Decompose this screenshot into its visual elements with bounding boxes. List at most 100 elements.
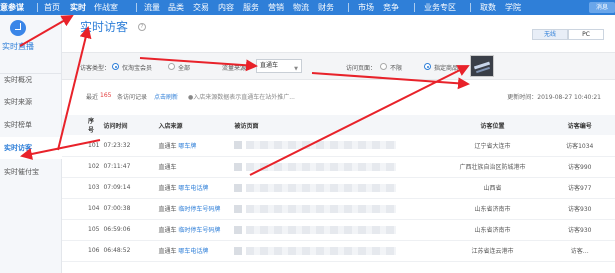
help-icon[interactable]: ?	[138, 23, 146, 31]
row-location: 辽宁省大连市	[474, 142, 511, 150]
nav-item-content[interactable]: 内容	[218, 2, 234, 13]
nav-item-trade[interactable]: 交易	[193, 2, 209, 13]
sidebar-item-sources[interactable]: 实时来源	[0, 91, 62, 113]
row-page[interactable]	[230, 177, 440, 198]
row-location: 山西省	[483, 185, 502, 192]
page-thumbnail	[234, 162, 243, 171]
page-title-redacted	[246, 246, 397, 255]
row-no: 105	[88, 226, 100, 233]
table-row[interactable]: 105 06:59:06 直通车 临时停车号码牌 山东省济南市 访客930	[62, 219, 615, 240]
nav-item-logistics[interactable]: 物流	[293, 2, 309, 13]
main-content: 实时访客 ? 无线 PC 访客类型： 仅淘宝会员 全部 流量来源： 直通车 ▼ …	[62, 15, 615, 273]
table-row[interactable]: 101 07:23:32 直通车 哪车牌 辽宁省大连市 访客1034	[62, 135, 615, 156]
row-source: 直通车 哪车电话牌	[154, 240, 230, 261]
page-thumbnail	[234, 141, 243, 150]
sidebar-item-rankings[interactable]: 实时榜单	[0, 114, 62, 136]
refresh-link[interactable]: 点击刷新	[154, 92, 178, 101]
info-row: 最近 165 条访问记录 点击刷新 ●入店来源数据表示直通车在站外推广... 更…	[62, 89, 615, 105]
sidebar-item-visitors[interactable]: 实时访客	[0, 137, 62, 159]
row-time: 07:11:47	[103, 163, 131, 170]
source-keyword[interactable]: 哪车电话牌	[178, 248, 208, 255]
radio-page-specific[interactable]	[424, 63, 431, 70]
nav-item-marketing[interactable]: 营销	[268, 2, 284, 13]
row-location: 江苏省连云港市	[471, 248, 514, 255]
row-page[interactable]	[230, 219, 440, 240]
source-keyword[interactable]: 哪车牌	[178, 143, 196, 150]
nav-item-market[interactable]: 市场	[358, 2, 374, 13]
row-page[interactable]	[230, 135, 440, 156]
col-visitor: 访客编号	[567, 122, 592, 130]
source-name: 直通车	[158, 142, 177, 150]
sidebar-item-payment-reminder[interactable]: 实时催付宝	[0, 161, 62, 183]
source-keyword[interactable]: 临时停车号码牌	[178, 227, 220, 234]
user-menu-button[interactable]: 消息	[589, 2, 615, 13]
sidebar-item-overview[interactable]: 实时概况	[0, 69, 62, 91]
row-no: 101	[88, 141, 100, 149]
table-row[interactable]: 106 06:48:52 直通车 哪车电话牌 江苏省连云港市 访客…	[62, 240, 615, 261]
page-title-redacted	[246, 162, 397, 171]
table-row[interactable]: 104 07:00:38 直通车 临时停车号码牌 山东省济南市 访客930	[62, 198, 615, 219]
table-row[interactable]: 102 07:11:47 直通车 广西壮族自治区防城港市 访客990	[62, 156, 615, 177]
source-keyword[interactable]: 哪车电话牌	[178, 185, 208, 192]
row-no: 103	[88, 184, 100, 191]
nav-item-service[interactable]: 服务	[243, 2, 259, 13]
nav-item-home[interactable]: 首页	[44, 2, 60, 13]
nav-item-data[interactable]: 取数	[480, 2, 496, 13]
nav-item-war-room[interactable]: 作战室	[94, 2, 118, 13]
source-keyword[interactable]: 临时停车号码牌	[178, 206, 220, 213]
source-name: 直通车	[158, 206, 177, 213]
row-no: 104	[88, 205, 100, 212]
row-page[interactable]	[230, 240, 440, 261]
nav-divider	[414, 3, 415, 12]
traffic-source-value: 直通车	[260, 62, 279, 69]
radio-page-specific-label[interactable]: 指定商品	[434, 63, 458, 72]
nav-item-competition[interactable]: 竞争	[383, 2, 399, 13]
nav-divider	[470, 3, 471, 12]
nav-item-academy[interactable]: 学院	[505, 2, 521, 13]
product-thumbnail[interactable]	[470, 55, 494, 77]
radio-taobao-member-label[interactable]: 仅淘宝会员	[122, 63, 152, 72]
realtime-icon	[10, 20, 26, 36]
nav-item-finance[interactable]: 财务	[318, 2, 334, 13]
info-prefix: 最近	[86, 94, 99, 101]
source-label: 流量来源：	[222, 65, 253, 72]
col-page: 被访页面	[234, 122, 259, 130]
row-page[interactable]	[230, 156, 440, 177]
traffic-source-select[interactable]: 直通车 ▼	[256, 59, 302, 73]
radio-taobao-member[interactable]	[112, 63, 119, 70]
row-time: 07:09:14	[103, 184, 131, 191]
page-title-redacted	[246, 183, 397, 192]
nav-item-category[interactable]: 品类	[168, 2, 184, 13]
col-source: 入店来源	[158, 122, 183, 130]
col-location: 访客位置	[480, 122, 505, 130]
col-time: 访问时间	[103, 122, 128, 130]
pc-toggle-button[interactable]: PC	[568, 29, 604, 40]
source-note: ●入店来源数据表示直通车在站外推广...	[188, 94, 295, 101]
source-name: 直通车	[158, 164, 177, 171]
row-source: 直通车	[154, 156, 230, 177]
nav-divider	[37, 3, 38, 12]
row-source: 直通车 临时停车号码牌	[154, 198, 230, 219]
row-visitor: 访客930	[568, 206, 592, 213]
row-no: 102	[88, 163, 100, 170]
nav-item-traffic[interactable]: 流量	[144, 2, 160, 13]
radio-all[interactable]	[168, 63, 175, 70]
row-location: 山东省济南市	[474, 206, 511, 213]
brand-logo[interactable]: 意参谋	[0, 2, 24, 13]
row-time: 06:59:06	[103, 226, 131, 233]
radio-page-any-label[interactable]: 不限	[390, 63, 402, 72]
radio-page-any[interactable]	[380, 63, 387, 70]
page-thumbnail	[234, 204, 243, 213]
radio-all-label[interactable]: 全部	[178, 63, 190, 72]
row-page[interactable]	[230, 198, 440, 219]
row-no: 106	[88, 247, 100, 254]
page-thumbnail	[234, 246, 243, 255]
nav-item-business[interactable]: 业务专区	[424, 2, 456, 13]
table-row[interactable]: 103 07:09:14 直通车 哪车电话牌 山西省 访客977	[62, 177, 615, 198]
row-visitor: 访客…	[570, 248, 589, 255]
nav-item-realtime[interactable]: 实时	[70, 2, 86, 13]
source-name: 直通车	[158, 185, 177, 192]
row-source: 直通车 哪车电话牌	[154, 177, 230, 198]
wireless-toggle-button[interactable]: 无线	[532, 29, 568, 40]
row-time: 07:00:38	[103, 205, 131, 212]
